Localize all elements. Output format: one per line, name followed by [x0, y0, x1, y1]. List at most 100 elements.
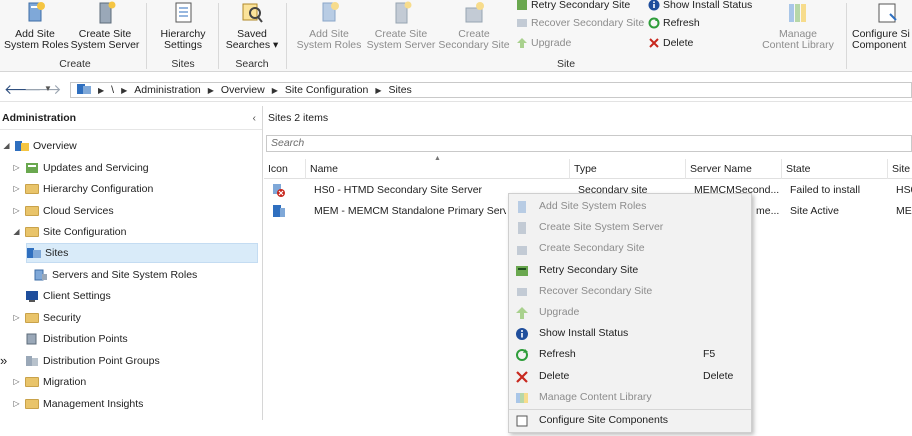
tree-label: Overview	[33, 140, 77, 152]
server-roles-icon	[515, 200, 529, 214]
create-site-system-server-button[interactable]: Create Site System Server	[70, 0, 140, 51]
configure-components-icon	[515, 414, 529, 428]
collapse-pane-icon[interactable]: ‹	[253, 106, 257, 130]
tree-item-site-configuration[interactable]: ◢ Site Configuration	[12, 222, 126, 242]
upgrade-arrow-icon	[516, 37, 528, 49]
breadcrumb-sites[interactable]: Sites	[388, 84, 411, 96]
results-title: Sites 2 items	[268, 112, 329, 124]
menu-item-configure-site-components[interactable]: Configure Site Components	[509, 410, 751, 431]
expand-pane-icon[interactable]: »	[0, 351, 7, 371]
context-menu: Add Site System Roles Create Site System…	[508, 193, 752, 433]
tree-item-migration[interactable]: ▷ Migration	[12, 372, 86, 392]
info-icon	[648, 0, 660, 11]
client-settings-icon	[26, 291, 38, 302]
recover-icon	[516, 17, 528, 29]
column-header-server-name[interactable]: Server Name	[686, 159, 782, 179]
recover-icon	[515, 285, 529, 299]
server-roles-icon	[22, 0, 48, 26]
add-site-system-roles-button[interactable]: Add Site System Roles	[4, 0, 69, 51]
menu-item-refresh[interactable]: Refresh F5	[509, 344, 751, 365]
menu-item-add-site-system-roles[interactable]: Add Site System Roles	[509, 196, 751, 217]
breadcrumb-root[interactable]: \	[111, 84, 114, 96]
collapsed-triangle-icon[interactable]: ▷	[12, 158, 21, 178]
delete-button[interactable]: Delete	[648, 36, 693, 50]
upgrade-button[interactable]: Upgrade	[516, 36, 571, 50]
collapsed-triangle-icon[interactable]: ▷	[12, 201, 21, 221]
tree-item-hierarchy-configuration[interactable]: ▷ Hierarchy Configuration	[12, 179, 153, 199]
tree-item-distribution-points[interactable]: Distribution Points	[25, 329, 128, 349]
cell-state: Site Active	[790, 205, 840, 217]
navigation-pane: Administration ‹ ◢ Overview ▷ Updates an…	[0, 106, 263, 420]
group-label-search: Search	[235, 58, 269, 70]
refresh-button[interactable]: Refresh	[648, 16, 700, 30]
tree-item-servers-site-system-roles[interactable]: Servers and Site System Roles	[34, 265, 197, 285]
collapsed-triangle-icon[interactable]: ▷	[12, 308, 21, 328]
tree-label: Hierarchy Configuration	[43, 183, 154, 195]
column-header-type[interactable]: Type	[570, 159, 686, 179]
hierarchy-line2: Settings	[164, 39, 202, 51]
forward-arrow-icon[interactable]: 🡒	[24, 81, 62, 98]
chevron-right-icon: ▶	[121, 85, 128, 95]
menu-item-delete[interactable]: Delete Delete	[509, 366, 751, 387]
tree-label: Distribution Point Groups	[43, 355, 160, 367]
secondary-site-icon	[461, 0, 487, 26]
retry-secondary-site-button[interactable]: Retry Secondary Site	[516, 0, 630, 12]
menu-item-manage-content-library[interactable]: Manage Content Library	[509, 387, 751, 408]
folder-icon	[25, 206, 39, 216]
menu-item-upgrade[interactable]: Upgrade	[509, 302, 751, 323]
configure-site-components-button[interactable]: Configure Si Component	[852, 0, 912, 51]
add-site-system-roles-button-2[interactable]: Add Site System Roles	[296, 0, 362, 51]
chevron-right-icon: ▶	[207, 85, 214, 95]
menu-item-show-install-status[interactable]: Show Install Status	[509, 323, 751, 344]
breadcrumb-site-configuration[interactable]: Site Configuration	[285, 84, 368, 96]
group-label-sites: Sites	[171, 58, 195, 70]
tree-item-overview[interactable]: ◢ Overview	[2, 136, 77, 156]
expanded-triangle-icon[interactable]: ◢	[2, 136, 11, 156]
history-dropdown-icon[interactable]: ▼	[44, 84, 52, 93]
column-header-name[interactable]: Name	[306, 159, 570, 179]
tree-item-cloud-services[interactable]: ▷ Cloud Services	[12, 201, 113, 221]
collapsed-triangle-icon[interactable]: ▷	[12, 372, 21, 392]
upgrade-arrow-icon	[515, 306, 529, 320]
address-bar: 🡐 🡒 ▼ ▶ \ ▶ Administration ▶ Overview ▶ …	[0, 78, 912, 102]
recover-secondary-site-button[interactable]: Recover Secondary Site	[516, 16, 644, 30]
tree-item-distribution-point-groups[interactable]: Distribution Point Groups	[25, 351, 160, 371]
column-header-state[interactable]: State	[782, 159, 888, 179]
saved-search-icon	[239, 0, 265, 26]
expanded-triangle-icon[interactable]: ◢	[12, 222, 21, 242]
distribution-point-icon	[26, 333, 37, 345]
menu-item-retry-secondary-site[interactable]: Retry Secondary Site	[509, 260, 751, 281]
tree-label: Site Configuration	[43, 226, 127, 238]
server-icon	[388, 0, 414, 26]
tree-item-client-settings[interactable]: Client Settings	[25, 286, 111, 306]
tree-item-security[interactable]: ▷ Security	[12, 308, 81, 328]
show-install-status-button[interactable]: Show Install Status	[648, 0, 752, 12]
manage-content-library-button[interactable]: Manage Content Library	[758, 0, 838, 51]
menu-item-recover-secondary-site[interactable]: Recover Secondary Site	[509, 281, 751, 302]
group-label-create: Create	[59, 58, 91, 70]
breadcrumb: ▶ \ ▶ Administration ▶ Overview ▶ Site C…	[70, 82, 912, 98]
saved-searches-button[interactable]: Saved Searches ▾	[224, 0, 280, 51]
retry-label: Retry Secondary Site	[531, 0, 631, 11]
chevron-right-icon: ▶	[271, 85, 278, 95]
tree-item-management-insights[interactable]: ▷ Management Insights	[12, 394, 143, 414]
create-site-system-server-button-2[interactable]: Create Site System Server	[366, 0, 436, 51]
menu-item-create-site-system-server[interactable]: Create Site System Server	[509, 217, 751, 238]
breadcrumb-overview[interactable]: Overview	[221, 84, 265, 96]
collapsed-triangle-icon[interactable]: ▷	[12, 394, 21, 414]
cell-state: Failed to install	[790, 184, 861, 196]
group-separator	[218, 3, 219, 69]
menu-item-create-secondary-site[interactable]: Create Secondary Site	[509, 238, 751, 259]
tree-item-sites[interactable]: Sites	[26, 243, 258, 263]
breadcrumb-administration[interactable]: Administration	[134, 84, 201, 96]
column-header-site[interactable]: Site	[888, 159, 912, 179]
tree-item-updates-servicing[interactable]: ▷ Updates and Servicing	[12, 158, 148, 178]
column-header-icon[interactable]: Icon	[264, 159, 306, 179]
hierarchy-settings-button[interactable]: Hierarchy Settings	[152, 0, 214, 51]
menu-label: Configure Site Components	[539, 414, 668, 426]
create-secondary-site-button[interactable]: Create Secondary Site	[438, 0, 510, 51]
search-input[interactable]: Search	[266, 135, 912, 152]
server-icon	[92, 0, 118, 26]
distribution-point-groups-icon	[26, 356, 38, 366]
collapsed-triangle-icon[interactable]: ▷	[12, 179, 21, 199]
